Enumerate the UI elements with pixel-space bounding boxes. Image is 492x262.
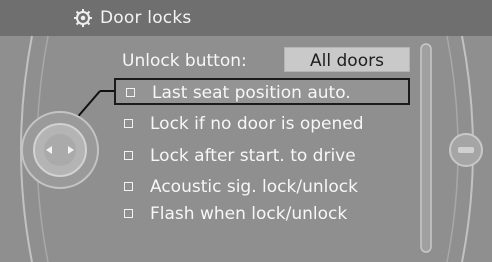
option-last-seat-position[interactable]: Last seat position auto. — [114, 78, 410, 105]
gear-icon — [74, 9, 92, 27]
checkbox[interactable] — [124, 182, 133, 191]
option-label: Flash when lock/unlock — [150, 204, 348, 224]
option-lock-if-no-door-opened[interactable]: Lock if no door is opened — [114, 111, 410, 138]
option-flash-when-lock[interactable]: Flash when lock/unlock — [114, 201, 410, 228]
checkbox[interactable] — [124, 119, 133, 128]
option-label: Lock after start. to drive — [150, 146, 356, 166]
checkbox[interactable] — [124, 209, 133, 218]
option-label: Lock if no door is opened — [150, 114, 364, 134]
idrive-screen: Door locks Unlock button: All doors Last… — [0, 0, 492, 262]
unlock-button-value: All doors — [310, 51, 384, 71]
unlock-button-label: Unlock button: — [122, 51, 247, 71]
checkbox[interactable] — [126, 88, 135, 97]
page-title: Door locks — [100, 8, 192, 28]
option-lock-after-start[interactable]: Lock after start. to drive — [114, 143, 410, 170]
unlock-button-select[interactable]: All doors — [284, 47, 410, 72]
option-label: Acoustic sig. lock/unlock — [150, 177, 358, 197]
option-acoustic-signal[interactable]: Acoustic sig. lock/unlock — [114, 174, 410, 201]
option-label: Last seat position auto. — [152, 83, 351, 103]
checkbox[interactable] — [124, 151, 133, 160]
